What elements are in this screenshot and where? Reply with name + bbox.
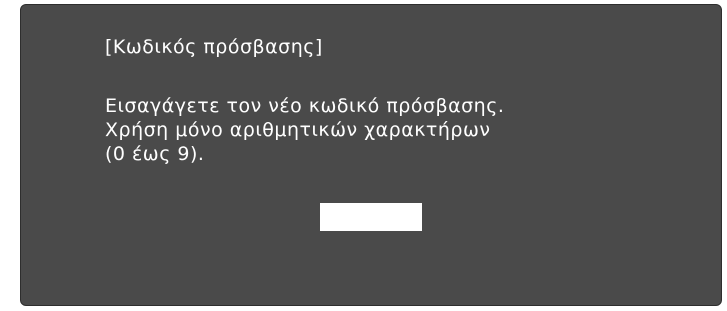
password-dialog: [Κωδικός πρόσβασης] Εισαγάγετε τον νέο κ… — [20, 4, 722, 306]
dialog-message: Εισαγάγετε τον νέο κωδικό πρόσβασης. Χρή… — [105, 94, 504, 166]
message-line-3: (0 έως 9). — [105, 143, 205, 165]
password-input[interactable] — [320, 203, 422, 231]
dialog-title: [Κωδικός πρόσβασης] — [105, 36, 323, 58]
message-line-1: Εισαγάγετε τον νέο κωδικό πρόσβασης. — [105, 95, 505, 117]
message-line-2: Χρήση μόνο αριθμητικών χαρακτήρων — [105, 119, 491, 141]
